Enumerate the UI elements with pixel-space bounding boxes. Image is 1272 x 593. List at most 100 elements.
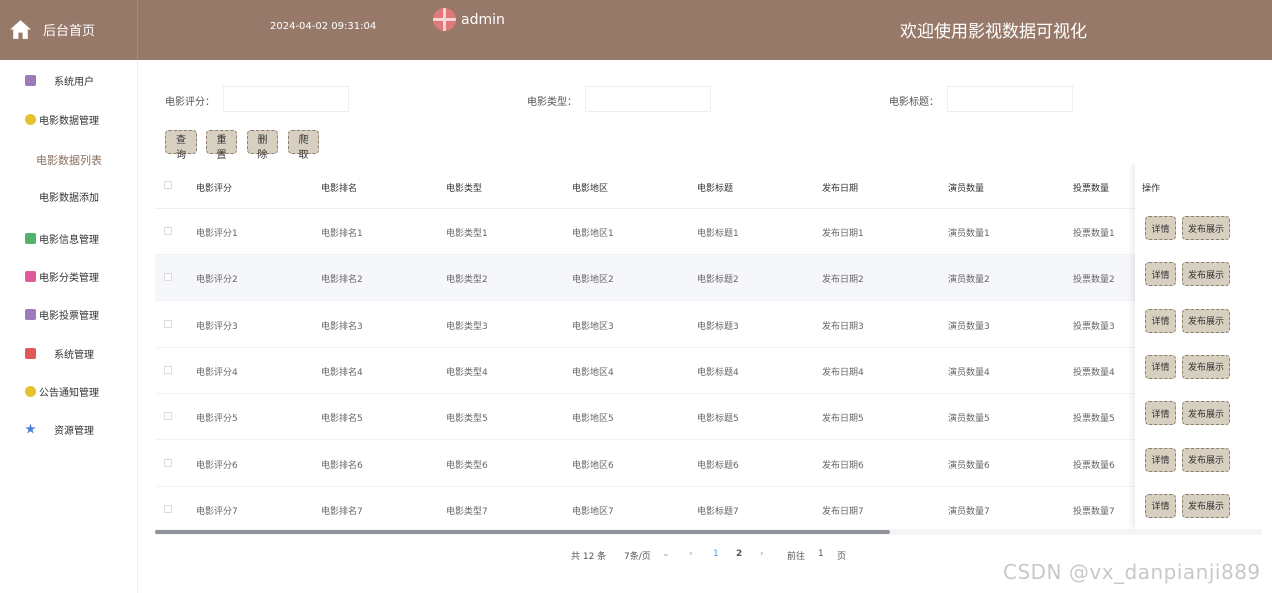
sidebar-item-users[interactable]: 系统用户 [0, 68, 138, 92]
table-row: 电影评分7 电影排名7 电影类型7 电影地区7 电影标题7 发布日期7 演员数量7 投票数量7 [155, 487, 1262, 529]
page-1[interactable]: 1 [713, 549, 719, 559]
cell-date: 发布日期1 [822, 229, 864, 239]
cell-score: 电影评分5 [196, 414, 238, 425]
cell-title: 电影标题2 [697, 275, 739, 286]
crawl-button[interactable]: 爬取 [288, 130, 319, 161]
scrollbar-thumb[interactable] [155, 530, 890, 534]
type-input[interactable] [585, 86, 711, 112]
cell-title: 电影标题4 [697, 367, 739, 378]
table-row: 电影评分2 电影排名2 电影类型2 电影地区2 电影标题2 发布日期2 演员数量2 投票数量2 [155, 255, 1262, 302]
horizontal-scrollbar[interactable] [155, 529, 1262, 535]
cell-title: 电影标题6 [697, 460, 739, 471]
sidebar-item-movie-list[interactable]: 电影数据列表 [0, 152, 138, 168]
current-datetime: 2024-04-02 09:31:04 [270, 21, 377, 32]
publish-button[interactable]: 发布展示 [1182, 216, 1230, 240]
cell-type: 电影类型1 [446, 229, 488, 239]
sidebar-item-label: 电影投票管理 [39, 310, 99, 322]
sidebar: 系统用户 电影数据管理 电影数据列表 电影数据添加 电影信息管理 电影分类管理 … [0, 60, 138, 593]
publish-button[interactable]: 发布展示 [1182, 308, 1230, 333]
row-checkbox[interactable] [164, 227, 172, 235]
select-all-checkbox[interactable] [164, 181, 172, 189]
prev-page-icon[interactable]: ‹ [689, 549, 693, 559]
operations-column: 操作 详情 发布展示 详情 发布展示 详情 发布展示 详情 发布展示 详情 发布展示 详情 发布展示详… [1135, 163, 1262, 529]
page-size-chevron-icon[interactable]: ⌄ [662, 549, 670, 559]
cell-actors: 演员数量1 [948, 229, 990, 239]
sidebar-item-resource[interactable]: 资源管理 [0, 417, 138, 441]
cell-votes: 投票数量2 [1073, 275, 1115, 286]
detail-button[interactable]: 详情 [1145, 447, 1176, 472]
detail-button[interactable]: 详情 [1145, 262, 1176, 287]
cell-title: 电影标题7 [697, 506, 739, 517]
score-input[interactable] [223, 86, 349, 112]
home-icon [10, 19, 31, 39]
sidebar-item-label: 公告通知管理 [39, 387, 99, 399]
cell-region: 电影地区2 [572, 275, 614, 286]
row-checkbox[interactable] [164, 458, 172, 467]
cell-rank: 电影排名1 [321, 229, 363, 239]
user-menu[interactable]: admin [433, 8, 505, 31]
sidebar-item-movie-category[interactable]: 电影分类管理 [0, 264, 138, 288]
page-size-select[interactable]: 7条/页 [624, 549, 651, 562]
cell-rank: 电影排名6 [321, 460, 363, 471]
query-button[interactable]: 查询 [165, 130, 197, 161]
cell-votes: 投票数量1 [1073, 229, 1115, 239]
cell-title: 电影标题5 [697, 414, 739, 425]
watermark: CSDN @vx_danpianji889 [1003, 560, 1261, 584]
title-input[interactable] [947, 86, 1073, 112]
row-checkbox[interactable] [164, 504, 172, 513]
sidebar-item-movie-data[interactable]: 电影数据管理 [0, 107, 138, 131]
cell-rank: 电影排名2 [321, 275, 363, 286]
cell-date: 发布日期4 [822, 367, 864, 378]
cell-type: 电影类型2 [446, 275, 488, 286]
page-2[interactable]: 2 [736, 549, 742, 559]
sidebar-item-notice[interactable]: 公告通知管理 [0, 379, 138, 403]
publish-button[interactable]: 发布展示 [1182, 493, 1230, 518]
publish-button[interactable]: 发布展示 [1182, 262, 1230, 287]
cell-score: 电影评分4 [196, 367, 238, 378]
cell-date: 发布日期7 [822, 506, 864, 517]
username: admin [461, 11, 505, 28]
row-checkbox[interactable] [164, 319, 172, 328]
detail-button[interactable]: 详情 [1145, 216, 1176, 240]
score-label: 电影评分： [165, 97, 215, 108]
cell-region: 电影地区4 [572, 367, 614, 378]
detail-button[interactable]: 详情 [1145, 308, 1176, 333]
cell-actors: 演员数量7 [948, 506, 990, 517]
sidebar-item-movie-info[interactable]: 电影信息管理 [0, 226, 138, 250]
header-divider [137, 0, 138, 60]
publish-button[interactable]: 发布展示 [1182, 401, 1230, 426]
reset-button[interactable]: 重置 [206, 130, 237, 161]
cell-date: 发布日期2 [822, 275, 864, 286]
sidebar-item-system[interactable]: 系统管理 [0, 341, 138, 365]
sidebar-item-label: 系统管理 [54, 349, 94, 361]
col-header-rank: 电影排名 [321, 184, 358, 194]
table-row: 电影评分6 电影排名6 电影类型6 电影地区6 电影标题6 发布日期6 演员数量6 投票数量6 [155, 441, 1262, 487]
home-link[interactable]: 后台首页 [8, 14, 95, 44]
detail-button[interactable]: 详情 [1145, 401, 1176, 426]
publish-button[interactable]: 发布展示 [1182, 447, 1230, 472]
cell-type: 电影类型6 [446, 460, 488, 471]
user-icon [25, 74, 36, 86]
cell-date: 发布日期5 [822, 414, 864, 425]
publish-button[interactable]: 发布展示 [1182, 354, 1230, 379]
cell-region: 电影地区3 [572, 321, 614, 332]
row-checkbox[interactable] [164, 365, 172, 374]
detail-button[interactable]: 详情 [1145, 493, 1176, 518]
cell-title: 电影标题3 [697, 321, 739, 332]
table-header: 电影评分 电影排名 电影类型 电影地区 电影标题 发布日期 演员数量 投票数量 [155, 163, 1262, 209]
cell-votes: 投票数量7 [1073, 506, 1115, 517]
cell-date: 发布日期6 [822, 460, 864, 471]
next-page-icon[interactable]: › [760, 549, 764, 559]
col-header-date: 发布日期 [822, 184, 859, 194]
cell-title: 电影标题1 [697, 229, 739, 239]
col-header-region: 电影地区 [572, 184, 609, 194]
delete-button[interactable]: 删除 [247, 130, 278, 161]
goto-page-input[interactable]: 1 [818, 549, 824, 559]
row-checkbox[interactable] [164, 273, 172, 282]
vote-icon [25, 308, 36, 320]
table-row: 电影评分4 电影排名4 电影类型4 电影地区4 电影标题4 发布日期4 演员数量4 投票数量4 [155, 348, 1262, 394]
row-checkbox[interactable] [164, 412, 172, 421]
sidebar-item-movie-add[interactable]: 电影数据添加 [0, 189, 138, 204]
detail-button[interactable]: 详情 [1145, 354, 1176, 379]
sidebar-item-movie-vote[interactable]: 电影投票管理 [0, 302, 138, 326]
